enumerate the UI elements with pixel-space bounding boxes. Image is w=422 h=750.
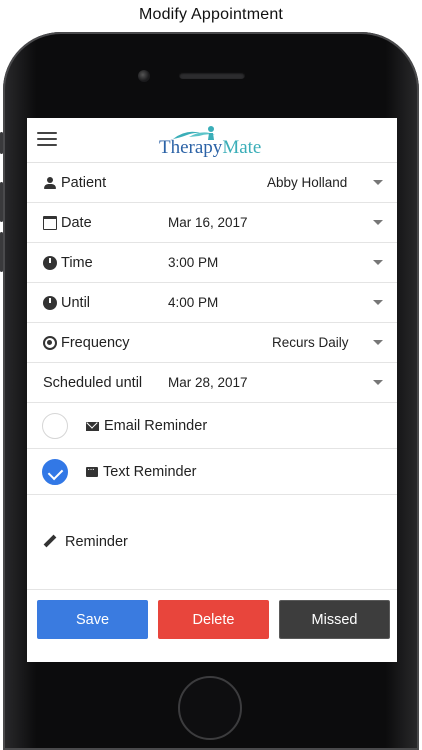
side-button <box>0 132 3 154</box>
scheduled-until-value[interactable]: Mar 28, 2017 <box>168 375 248 390</box>
patient-row[interactable]: Patient Abby Holland <box>27 163 397 203</box>
chevron-down-icon[interactable] <box>373 180 383 185</box>
until-value[interactable]: 4:00 PM <box>168 295 218 310</box>
text-reminder-checkbox[interactable] <box>42 459 68 485</box>
frequency-value[interactable]: Recurs Daily <box>272 335 349 350</box>
until-row[interactable]: Until 4:00 PM <box>27 283 397 323</box>
email-reminder-label: Email Reminder <box>104 418 208 434</box>
date-label: Date <box>61 215 92 231</box>
text-reminder-row[interactable]: Text Reminder <box>27 449 397 495</box>
app-screen: TherapyMate Patient Abby Holland Date Ma… <box>27 118 397 662</box>
clock-icon <box>43 256 57 270</box>
app-bar: TherapyMate <box>27 118 397 163</box>
sms-icon <box>86 463 98 477</box>
person-icon <box>43 176 57 190</box>
home-button[interactable] <box>178 676 242 740</box>
chevron-down-icon[interactable] <box>373 260 383 265</box>
hamburger-menu-icon[interactable] <box>37 132 57 148</box>
patient-label: Patient <box>61 175 107 191</box>
time-value[interactable]: 3:00 PM <box>168 255 218 270</box>
action-buttons: Save Delete Missed <box>27 590 397 660</box>
delete-button[interactable]: Delete <box>158 600 269 639</box>
text-reminder-label: Text Reminder <box>103 464 197 480</box>
sync-icon <box>43 336 57 350</box>
time-label: Time <box>61 255 93 271</box>
pencil-icon <box>43 535 57 549</box>
reminder-label: Reminder <box>65 534 128 550</box>
date-row[interactable]: Date Mar 16, 2017 <box>27 203 397 243</box>
email-reminder-checkbox[interactable] <box>42 413 68 439</box>
scheduled-until-row[interactable]: Scheduled until Mar 28, 2017 <box>27 363 397 403</box>
chevron-down-icon[interactable] <box>373 380 383 385</box>
date-value[interactable]: Mar 16, 2017 <box>168 215 248 230</box>
mail-icon <box>86 421 99 431</box>
logo-text: TherapyMate <box>159 137 262 158</box>
speaker-grille <box>179 72 245 79</box>
window-title: Modify Appointment <box>138 6 284 23</box>
camera-icon <box>138 70 150 82</box>
calendar-icon <box>43 216 57 230</box>
time-row[interactable]: Time 3:00 PM <box>27 243 397 283</box>
save-button[interactable]: Save <box>37 600 148 639</box>
email-reminder-row[interactable]: Email Reminder <box>27 403 397 449</box>
patient-value[interactable]: Abby Holland <box>267 175 347 190</box>
chevron-down-icon[interactable] <box>373 300 383 305</box>
until-label: Until <box>61 295 91 311</box>
side-button <box>0 182 3 222</box>
missed-button[interactable]: Missed <box>279 600 390 639</box>
frequency-row[interactable]: Frequency Recurs Daily <box>27 323 397 363</box>
side-button <box>0 232 3 272</box>
scheduled-until-label: Scheduled until <box>43 375 143 391</box>
reminder-field[interactable]: Reminder <box>27 495 397 590</box>
therapymate-logo: TherapyMate <box>159 123 269 159</box>
chevron-down-icon[interactable] <box>373 220 383 225</box>
clock-icon <box>43 296 57 310</box>
frequency-label: Frequency <box>61 335 130 351</box>
chevron-down-icon[interactable] <box>373 340 383 345</box>
